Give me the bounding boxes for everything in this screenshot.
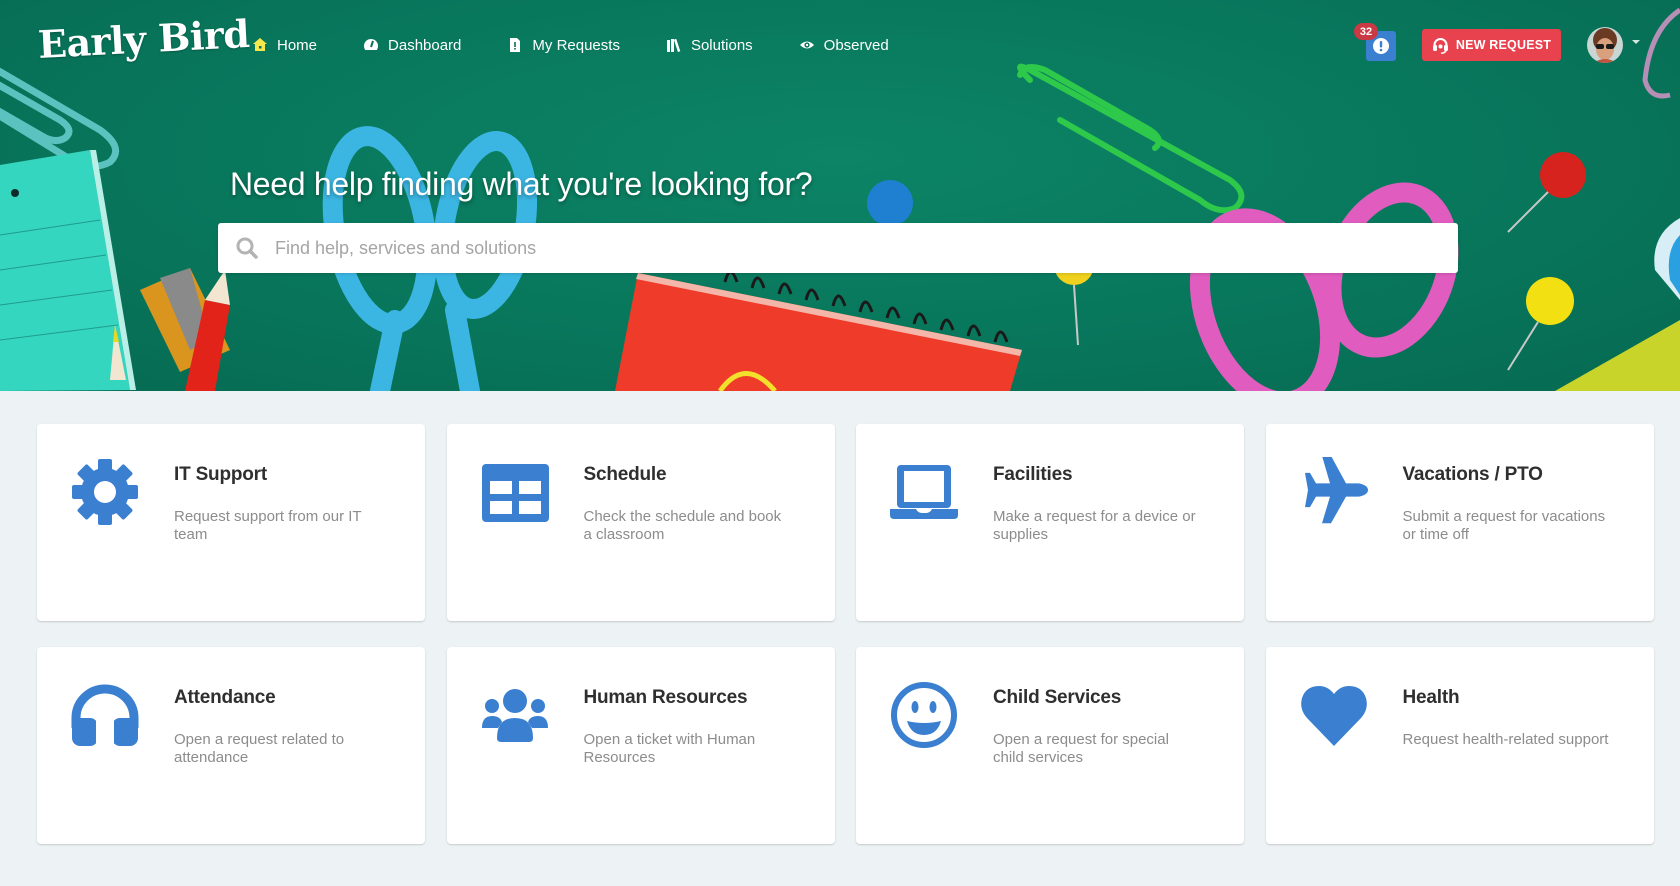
service-card-description: Request health-related support [1402,731,1609,748]
books-icon [666,38,681,53]
users-icon [480,680,550,750]
nav-dashboard[interactable]: Dashboard [363,34,461,56]
service-card-title: Health [1402,687,1460,708]
service-catalog-grid: IT Support Request support from our IT t… [37,424,1654,844]
notifications-button[interactable]: 32 [1354,23,1396,61]
top-navigation-bar: Early Bird Home Dashboard My Requests So… [0,0,1680,90]
service-card-description: Request support from our IT team [174,508,362,543]
nav-my-requests[interactable]: My Requests [507,34,620,56]
service-card-attendance[interactable]: Attendance Open a request related to att… [37,647,425,844]
search-input[interactable] [275,228,1425,268]
nav-home-label: Home [277,36,318,54]
request-document-icon [510,38,521,52]
service-card-description: Check the schedule and book a classroom [583,508,782,543]
service-card-title: Human Resources [583,687,748,708]
headphones-icon [70,680,140,750]
table-icon [480,457,550,527]
brand-logo[interactable]: Early Bird [37,11,251,67]
main-nav: Home Dashboard My Requests Solutions Obs… [252,34,935,56]
nav-dashboard-label: Dashboard [388,36,462,54]
alert-icon [1373,38,1389,54]
service-card-title: Attendance [174,687,276,708]
service-card-title: Schedule [583,464,667,485]
service-card-description: Open a ticket with Human Resources [583,731,756,766]
new-request-button[interactable]: NEW REQUEST [1422,29,1561,61]
service-card-facilities[interactable]: Facilities Make a request for a device o… [856,424,1244,621]
plane-icon [1299,457,1369,527]
dashboard-icon [364,39,379,53]
service-card-human-resources[interactable]: Human Resources Open a ticket with Human… [446,647,835,844]
nav-solutions[interactable]: Solutions [666,34,753,56]
service-card-vacations[interactable]: Vacations / PTO Submit a request for vac… [1265,424,1654,621]
service-card-child-services[interactable]: Child Services Open a request for specia… [856,647,1244,844]
service-card-description: Open a request for special child service… [993,731,1169,766]
home-icon [253,38,267,51]
eye-icon [799,41,814,49]
service-card-title: Vacations / PTO [1402,464,1543,485]
service-card-schedule[interactable]: Schedule Check the schedule and book a c… [446,424,835,621]
nav-home[interactable]: Home [252,34,317,56]
nav-observed[interactable]: Observed [799,34,889,56]
new-request-label: NEW REQUEST [1455,38,1552,52]
gear-icon [70,457,140,527]
avatar-photo [1587,27,1623,63]
laptop-icon [889,457,959,527]
search-icon [236,237,258,259]
service-card-title: Child Services [993,687,1122,708]
chevron-down-icon[interactable] [1632,40,1640,44]
nav-observed-label: Observed [823,36,889,54]
service-card-description: Make a request for a device or supplies [993,508,1196,543]
search-bar[interactable] [218,223,1458,273]
service-card-title: IT Support [174,464,267,485]
service-card-description: Open a request related to attendance [174,731,345,766]
nav-solutions-label: Solutions [690,36,753,54]
headset-icon [1432,37,1448,54]
service-card-health[interactable]: Health Request health-related support [1265,647,1654,844]
notification-count-badge: 32 [1354,23,1378,40]
nav-my-requests-label: My Requests [532,36,620,54]
smile-icon [889,680,959,750]
heart-icon [1299,680,1369,750]
user-avatar[interactable] [1587,27,1623,63]
hero-title: Need help finding what you're looking fo… [230,166,813,202]
service-card-description: Submit a request for vacations or time o… [1402,508,1606,543]
service-card-title: Facilities [993,464,1073,485]
service-card-it-support[interactable]: IT Support Request support from our IT t… [37,424,425,621]
